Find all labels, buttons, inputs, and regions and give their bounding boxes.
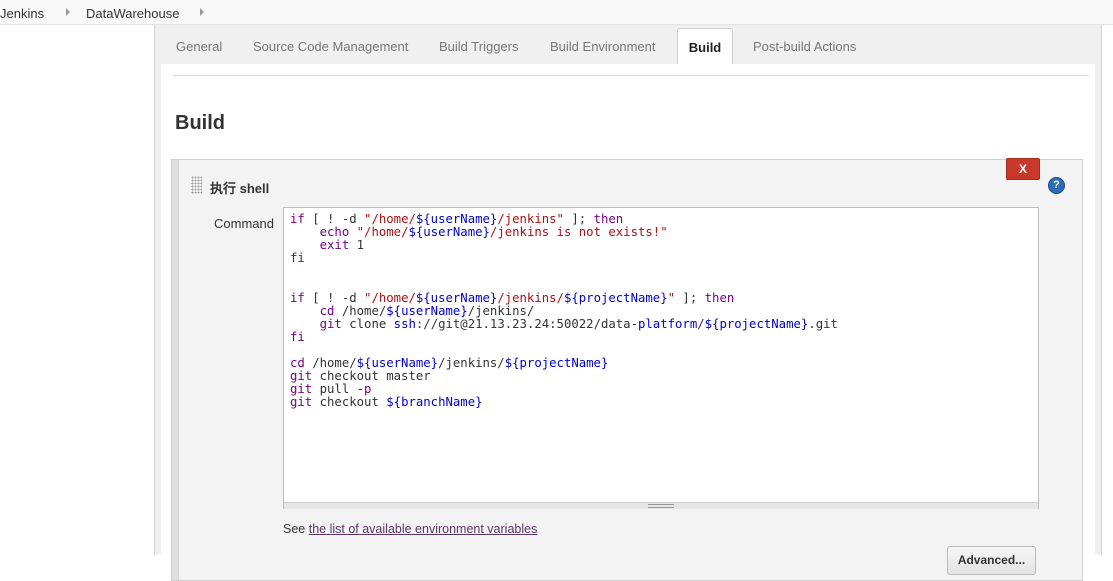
breadcrumb-item-jenkins[interactable]: Jenkins [0,6,44,21]
command-code: if [ ! -d "/home/${userName}/jenkins" ];… [290,212,838,410]
resize-grip-icon [648,504,674,508]
config-panel: General Source Code Management Build Tri… [154,25,1102,581]
code-line: git checkout master [290,369,431,384]
advanced-button[interactable]: Advanced... [947,546,1036,575]
command-textarea[interactable]: if [ ! -d "/home/${userName}/jenkins" ];… [283,207,1039,509]
code-line: if [ ! -d "/home/${userName}/jenkins/${p… [290,290,735,305]
command-label: Command [214,216,274,231]
step-title: 执行 shell [210,181,270,196]
tab-bar: General Source Code Management Build Tri… [155,25,1101,65]
drag-handle-icon[interactable] [191,176,202,194]
code-line: cd /home/${userName}/jenkins/ [319,303,535,318]
step-side-bar [172,160,179,580]
breadcrumb: Jenkins DataWarehouse [0,0,1113,25]
tab-build-environment[interactable]: Build Environment [550,39,656,54]
breadcrumb-separator-icon [66,8,70,16]
tab-content: Build 执行 shell X ? Command if [ ! -d "/h… [161,64,1095,581]
code-line: exit 1 [319,238,365,253]
code-line: git checkout ${branchName} [290,395,483,410]
code-line: if [ ! -d "/home/${userName}/jenkins" ];… [290,212,624,226]
divider [173,75,1089,76]
breadcrumb-dropdown-icon[interactable] [200,8,204,16]
breadcrumb-item-datawarehouse[interactable]: DataWarehouse [86,6,179,21]
code-line: fi [290,329,305,344]
code-line: cd /home/${userName}/jenkins/${projectNa… [290,356,609,371]
code-line: echo "/home/${userName}/jenkins is not e… [319,225,668,240]
help-icon[interactable]: ? [1048,177,1065,194]
tab-build-triggers[interactable]: Build Triggers [439,39,518,54]
textarea-resize-handle[interactable] [284,502,1038,509]
env-vars-prefix: See [283,522,306,536]
tab-post-build-actions[interactable]: Post-build Actions [753,39,856,54]
section-title: Build [175,112,225,134]
code-line: git pull -p [290,382,372,397]
code-line: git clone ssh://git@21.13.23.24:50022/da… [319,316,838,331]
tab-source-code-management[interactable]: Source Code Management [253,39,408,54]
tab-general[interactable]: General [176,39,222,54]
tab-build[interactable]: Build [677,28,733,65]
build-step-execute-shell: 执行 shell X ? Command if [ ! -d "/home/${… [171,158,1083,581]
env-vars-link[interactable]: the list of available environment variab… [309,522,538,536]
delete-step-button[interactable]: X [1006,158,1040,180]
env-vars-hint: See the list of available environment va… [283,522,537,536]
code-line: fi [290,251,305,266]
